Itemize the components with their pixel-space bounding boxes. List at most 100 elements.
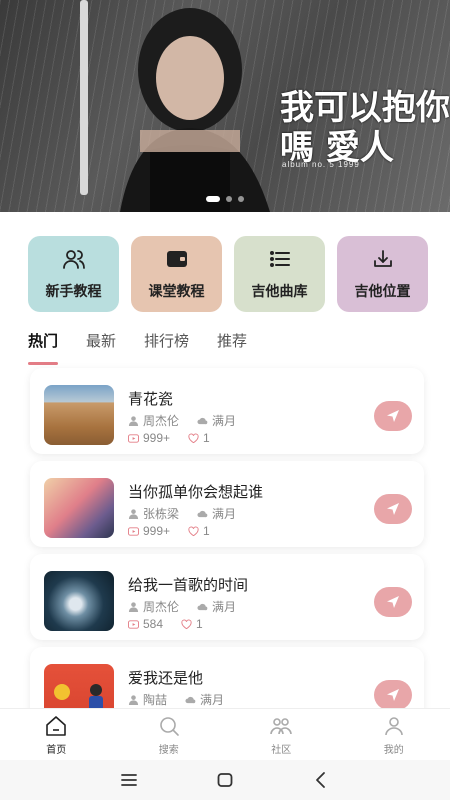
song-title: 爱我还是他 xyxy=(128,670,204,687)
song-stats: 999+ 1 xyxy=(128,431,210,445)
cloud-icon xyxy=(197,510,208,518)
banner-dot-3[interactable] xyxy=(238,196,244,202)
play-count-icon xyxy=(128,526,139,536)
community-icon xyxy=(270,717,293,734)
tile-label: 吉他曲库 xyxy=(251,283,308,299)
banner-small-text: album no. 5 1999 xyxy=(282,160,360,169)
song-stats: 584 1 xyxy=(128,617,203,631)
song-title: 青花瓷 xyxy=(128,391,174,408)
search-icon xyxy=(159,716,179,736)
tile-library[interactable]: 吉他曲库 xyxy=(234,236,325,312)
song-meta: 陶喆 满月 xyxy=(128,691,224,708)
heart-icon xyxy=(181,619,192,629)
bottom-nav: 首页 搜索 社区 我的 xyxy=(0,708,450,760)
person-icon xyxy=(128,416,139,426)
tile-classroom[interactable]: 课堂教程 xyxy=(131,236,222,312)
banner-pagination xyxy=(0,196,450,202)
play-count: 584 xyxy=(143,617,164,631)
home-square-icon xyxy=(217,773,233,787)
like-count: 1 xyxy=(196,617,203,631)
heart-icon xyxy=(188,526,199,536)
send-button[interactable] xyxy=(374,680,412,710)
person-icon xyxy=(128,602,139,612)
heart-icon xyxy=(188,433,199,443)
song-mood: 满月 xyxy=(200,693,225,707)
song-meta: 张栋梁 满月 xyxy=(128,505,236,522)
like-count: 1 xyxy=(203,524,210,538)
tab-hot[interactable]: 热门 xyxy=(28,330,59,365)
tab-ranking[interactable]: 排行榜 xyxy=(144,330,189,361)
send-icon xyxy=(387,503,399,515)
like-count: 1 xyxy=(203,431,210,445)
nav-search[interactable]: 搜索 xyxy=(113,709,226,760)
song-mood: 满月 xyxy=(212,600,237,614)
send-button[interactable] xyxy=(374,494,412,524)
nav-community[interactable]: 社区 xyxy=(225,709,338,760)
song-artist: 陶喆 xyxy=(143,693,168,707)
song-card[interactable]: 当你孤单你会想起谁 张栋梁 满月 999+ 1 xyxy=(30,461,424,547)
song-meta: 周杰伦 满月 xyxy=(128,598,236,615)
banner-umbrella-handle xyxy=(80,0,88,195)
back-icon xyxy=(316,772,325,788)
system-home-button[interactable] xyxy=(177,760,273,800)
tile-label: 课堂教程 xyxy=(148,283,205,299)
play-count: 999+ xyxy=(143,524,171,538)
send-icon xyxy=(387,689,399,701)
system-back-button[interactable] xyxy=(273,760,369,800)
tile-position[interactable]: 吉他位置 xyxy=(337,236,428,312)
song-thumbnail xyxy=(44,571,114,631)
song-card[interactable]: 给我一首歌的时间 周杰伦 满月 584 1 xyxy=(30,554,424,640)
wallet-icon xyxy=(166,251,187,267)
tile-label: 吉他位置 xyxy=(354,283,411,299)
download-icon xyxy=(373,250,392,267)
profile-icon xyxy=(384,716,403,735)
cloud-icon xyxy=(185,696,196,704)
category-tiles: 新手教程 课堂教程 吉他曲库 吉他位置 xyxy=(28,236,428,312)
song-title: 当你孤单你会想起谁 xyxy=(128,484,264,501)
song-list: 青花瓷 周杰伦 满月 999+ 1 当你孤单你会想起谁 张栋梁 满月 999+ … xyxy=(30,368,424,740)
banner-dot-1[interactable] xyxy=(206,196,220,202)
person-icon xyxy=(128,695,139,705)
nav-home[interactable]: 首页 xyxy=(0,709,113,760)
home-icon xyxy=(46,715,67,736)
tab-recommend[interactable]: 推荐 xyxy=(217,330,247,361)
list-icon xyxy=(269,251,290,267)
play-count: 999+ xyxy=(143,431,171,445)
nav-label: 首页 xyxy=(46,744,67,756)
cloud-icon xyxy=(197,603,208,611)
song-title: 给我一首歌的时间 xyxy=(128,577,249,594)
send-icon xyxy=(387,410,399,422)
menu-icon xyxy=(121,774,137,786)
tab-latest[interactable]: 最新 xyxy=(86,330,116,361)
hero-banner[interactable]: 我可以抱你嗎 愛人 album no. 5 1999 xyxy=(0,0,450,212)
song-thumbnail xyxy=(44,478,114,538)
play-count-icon xyxy=(128,433,139,443)
song-artist: 周杰伦 xyxy=(143,600,180,614)
song-card[interactable]: 青花瓷 周杰伦 满月 999+ 1 xyxy=(30,368,424,454)
banner-dot-2[interactable] xyxy=(226,196,232,202)
tile-beginner[interactable]: 新手教程 xyxy=(28,236,119,312)
cloud-icon xyxy=(197,417,208,425)
system-nav-bar xyxy=(0,760,450,800)
users-icon xyxy=(62,250,85,269)
nav-label: 我的 xyxy=(383,744,404,756)
nav-label: 搜索 xyxy=(158,744,179,756)
song-thumbnail xyxy=(44,385,114,445)
send-button[interactable] xyxy=(374,401,412,431)
banner-portrait xyxy=(120,8,270,212)
song-meta: 周杰伦 满月 xyxy=(128,412,236,429)
song-mood: 满月 xyxy=(212,414,237,428)
banner-title-art: 我可以抱你嗎 愛人 xyxy=(280,88,450,168)
person-icon xyxy=(128,509,139,519)
song-tabs: 热门 最新 排行榜 推荐 xyxy=(28,330,247,365)
song-mood: 满月 xyxy=(212,507,237,521)
song-artist: 张栋梁 xyxy=(143,507,180,521)
song-stats: 999+ 1 xyxy=(128,524,210,538)
send-icon xyxy=(387,596,399,608)
system-menu-button[interactable] xyxy=(81,760,177,800)
tile-label: 新手教程 xyxy=(45,283,102,299)
play-count-icon xyxy=(128,619,139,629)
nav-profile[interactable]: 我的 xyxy=(338,709,450,760)
song-artist: 周杰伦 xyxy=(143,414,180,428)
send-button[interactable] xyxy=(374,587,412,617)
